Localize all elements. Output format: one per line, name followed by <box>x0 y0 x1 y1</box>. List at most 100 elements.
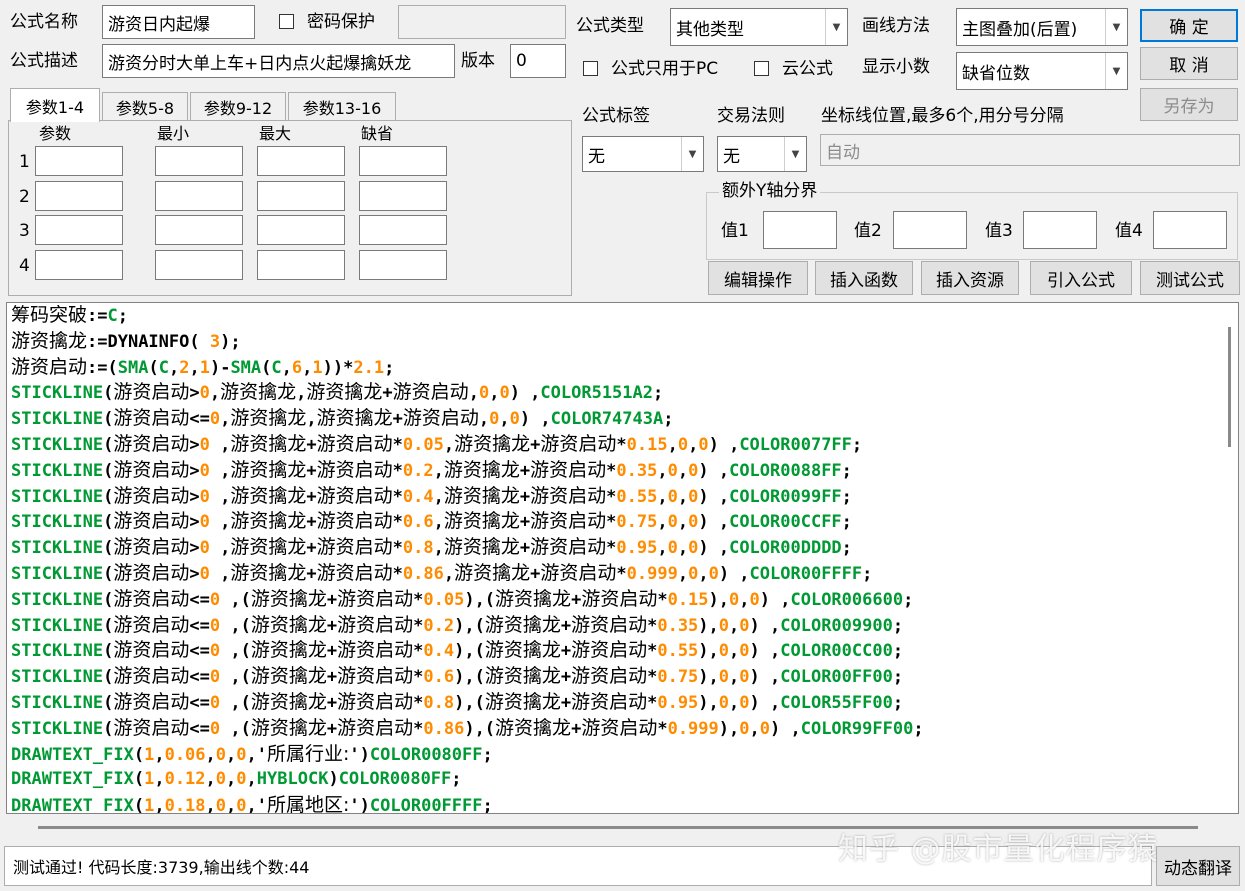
code-token: ,( <box>220 641 251 662</box>
code-token: 游资擒龙 <box>230 484 307 507</box>
code-token: 游资擒龙 <box>250 587 327 610</box>
param-min-input[interactable] <box>155 181 243 211</box>
param-min-input[interactable] <box>155 250 243 280</box>
code-token: * <box>392 434 403 455</box>
code-token: , <box>443 563 455 584</box>
param-name-input[interactable] <box>35 215 123 245</box>
param-max-input[interactable] <box>257 250 345 280</box>
code-token: 0 <box>667 460 678 481</box>
scrollbar-thumb[interactable] <box>1228 327 1231 447</box>
code-token: 0 <box>677 434 689 455</box>
decimals-select[interactable]: 缺省位数 ▼ <box>956 52 1128 90</box>
param-default-input[interactable] <box>359 250 447 280</box>
code-token: 0.35 <box>657 615 699 636</box>
code-token: 游资启动 <box>113 613 190 636</box>
draw-method-select[interactable]: 主图叠加(后置) ▼ <box>956 8 1128 46</box>
code-token: STICKLINE <box>11 718 104 739</box>
formula-tag-value: 无 <box>588 146 605 167</box>
y-value-3-input[interactable] <box>1023 211 1097 249</box>
code-token: 0.75 <box>616 512 658 533</box>
param-max-input[interactable] <box>257 215 345 245</box>
code-token: + <box>530 563 541 584</box>
vertical-scrollbar[interactable] <box>1220 303 1238 813</box>
code-token: 0.6 <box>423 667 455 688</box>
cancel-button[interactable]: 取 消 <box>1140 47 1238 80</box>
code-token: ) , <box>698 460 730 481</box>
code-token: + <box>560 692 572 713</box>
code-token: , <box>281 357 292 378</box>
coord-lines-input: 自动 <box>820 134 1240 166</box>
formula-desc-input[interactable]: 游资分时大单上车+日内点火起爆擒妖龙 <box>102 44 455 78</box>
y-value-4-input[interactable] <box>1153 211 1227 249</box>
code-token: 游资启动 <box>530 510 607 533</box>
code-token: 0 <box>688 512 699 533</box>
edit-ops-button[interactable]: 编辑操作 <box>708 261 808 295</box>
code-token: 0 <box>209 589 221 610</box>
code-token: 0 <box>199 512 210 533</box>
code-token: ) , <box>749 692 781 713</box>
code-token: , <box>189 357 200 378</box>
code-token: ), <box>708 589 730 610</box>
code-token: , <box>749 718 760 739</box>
formula-tag-select[interactable]: 无 ▼ <box>582 136 704 172</box>
code-token: 0 <box>209 718 221 739</box>
code-token: + <box>306 538 317 559</box>
pc-only-checkbox[interactable] <box>583 61 598 76</box>
param-name-input[interactable] <box>35 250 123 280</box>
code-token: 游资启动 <box>571 639 648 662</box>
code-token: 游资启动 <box>113 665 190 688</box>
code-token: ) , <box>749 667 781 688</box>
code-token: 0.15 <box>626 434 668 455</box>
y-value-2-input[interactable] <box>893 211 967 249</box>
code-token: ; <box>451 769 462 790</box>
ok-button[interactable]: 确 定 <box>1140 9 1238 42</box>
code-token: <= <box>189 667 210 688</box>
param-default-input[interactable] <box>359 146 447 176</box>
formula-name-input[interactable]: 游资日内起爆 <box>102 5 255 39</box>
code-token: ; <box>851 434 863 455</box>
param-min-input[interactable] <box>155 215 243 245</box>
y-value-1-input[interactable] <box>763 211 837 249</box>
tab-params-1-4[interactable]: 参数1-4 <box>10 88 100 122</box>
code-token: + <box>519 512 531 533</box>
code-token: <= <box>189 641 210 662</box>
code-token: 游资启动 <box>113 587 190 610</box>
code-token: + <box>560 667 572 688</box>
code-token: 0 <box>698 434 709 455</box>
param-default-input[interactable] <box>359 181 447 211</box>
code-token: 筹码突破 <box>11 304 88 326</box>
test-formula-button[interactable]: 测试公式 <box>1140 261 1240 295</box>
param-max-input[interactable] <box>257 181 345 211</box>
pc-only-label: 公式只用于PC <box>611 59 719 79</box>
version-input[interactable]: 0 <box>510 44 566 78</box>
code-token: 游资擒龙 <box>443 536 520 559</box>
param-name-input[interactable] <box>35 181 123 211</box>
param-default-input[interactable] <box>359 215 447 245</box>
tab-params-5-8[interactable]: 参数5-8 <box>102 92 188 120</box>
code-line: STICKLINE(游资启动>0 ,游资擒龙+游资启动*0.05,游资擒龙+游资… <box>11 432 924 458</box>
code-token: ),( <box>454 641 485 662</box>
import-formula-button[interactable]: 引入公式 <box>1030 261 1132 295</box>
code-token: 0 <box>509 409 520 430</box>
chevron-down-icon: ▼ <box>825 9 847 45</box>
code-token: ), <box>698 641 719 662</box>
password-checkbox[interactable] <box>279 14 294 29</box>
password-input <box>398 5 566 39</box>
code-token: * <box>647 615 658 636</box>
param-name-input[interactable] <box>35 146 123 176</box>
param-max-input[interactable] <box>257 146 345 176</box>
cloud-checkbox[interactable] <box>754 61 769 76</box>
insert-resource-button[interactable]: 插入资源 <box>921 261 1019 295</box>
param-min-input[interactable] <box>155 146 243 176</box>
code-token: 0 <box>688 486 699 507</box>
trade-rule-select[interactable]: 无 ▼ <box>717 136 807 172</box>
dynamic-translate-button[interactable]: 动态翻译 <box>1156 846 1240 886</box>
code-token: , <box>154 796 165 814</box>
code-token: + <box>530 434 541 455</box>
code-editor[interactable]: 筹码突破:=C; 游资擒龙:=DYNAINFO( 3); 游资启动:=(SMA(C,… <box>6 302 1239 814</box>
tab-params-13-16[interactable]: 参数13-16 <box>288 92 396 120</box>
insert-function-button[interactable]: 插入函数 <box>815 261 913 295</box>
tab-params-9-12[interactable]: 参数9-12 <box>190 92 286 120</box>
formula-type-select[interactable]: 其他类型 ▼ <box>670 8 848 46</box>
formula-type-value: 其他类型 <box>676 19 744 40</box>
